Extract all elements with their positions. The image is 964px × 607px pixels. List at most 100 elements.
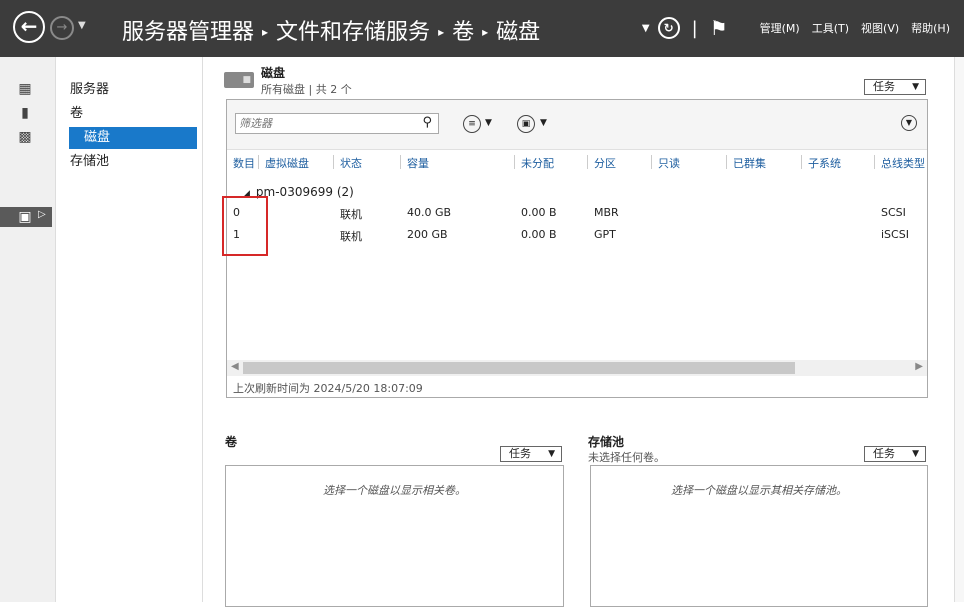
chevron-down-icon[interactable]: ▼ [540, 118, 547, 128]
menu-help[interactable]: 帮助(H) [911, 20, 950, 36]
horizontal-scrollbar[interactable]: ◀ ▶ [227, 360, 927, 376]
column-header-subsystem[interactable]: 子系统 [808, 155, 841, 171]
storage-pools-panel: 选择一个磁盘以显示其相关存储池。 [590, 465, 928, 607]
chevron-down-icon: ▼ [912, 82, 919, 92]
disks-tasks-button[interactable]: 任务 ▼ [864, 79, 926, 95]
column-header-number[interactable]: 数目 [233, 155, 255, 171]
menu-manage[interactable]: 管理(M) [760, 20, 800, 36]
menu-tools[interactable]: 工具(T) [812, 20, 849, 36]
column-divider[interactable] [801, 155, 802, 169]
storage-pools-empty-message: 选择一个磁盘以显示其相关存储池。 [671, 484, 847, 497]
expand-toggle-icon[interactable]: ▼ [901, 115, 917, 131]
forward-arrow-icon[interactable]: → [50, 16, 74, 40]
chevron-down-icon: ▼ [912, 449, 919, 459]
last-refresh-time: 上次刷新时间为 2024/5/20 18:07:09 [233, 382, 423, 395]
volumes-tasks-button[interactable]: 任务 ▼ [500, 446, 562, 462]
breadcrumb-separator-icon: ▸ [438, 25, 445, 39]
cell-capacity: 40.0 GB [407, 206, 452, 219]
storage-pools-title: 存储池 [588, 435, 625, 449]
filter-toolbar: ⚲ ≡ ▼ ▣ ▼ ▼ [227, 100, 927, 150]
volumes-title: 卷 [225, 435, 238, 449]
cell-capacity: 200 GB [407, 228, 448, 241]
column-header-clustered[interactable]: 已群集 [733, 155, 766, 171]
column-divider[interactable] [651, 155, 652, 169]
filter-box: ⚲ [235, 113, 439, 134]
refresh-icon[interactable]: ↻ [657, 17, 680, 39]
column-divider[interactable] [587, 155, 588, 169]
column-header-partition[interactable]: 分区 [594, 155, 616, 171]
breadcrumb-separator-icon: ▸ [262, 25, 269, 39]
cell-status: 联机 [340, 208, 362, 221]
breadcrumb-item-server-manager[interactable]: 服务器管理器 [122, 20, 254, 45]
main-content: ■ 磁盘 所有磁盘 | 共 2 个 任务 ▼ ⚲ ≡ ▼ ▣ ▼ ▼ 数目 虚拟磁… [204, 57, 954, 607]
disk-icon: ■ [224, 72, 254, 88]
file-storage-icon: ▣ [18, 209, 32, 225]
scroll-left-icon[interactable]: ◀ [231, 361, 239, 372]
tasks-label: 任务 [873, 80, 895, 93]
disks-title: 磁盘 [261, 66, 286, 80]
breadcrumb-item-disks[interactable]: 磁盘 [496, 20, 540, 45]
highlight-box [222, 196, 268, 256]
title-bar-actions: ▼ ↻ | ⚑ 管理(M) 工具(T) 视图(V) 帮助(H) [642, 14, 950, 42]
tasks-label: 任务 [873, 447, 895, 460]
column-header-unallocated[interactable]: 未分配 [521, 155, 554, 171]
history-dropdown-icon[interactable]: ▼ [78, 20, 86, 31]
column-divider[interactable] [258, 155, 259, 169]
dashboard-icon[interactable]: ▦ [15, 81, 35, 97]
group-label: pm-0309699 (2) [255, 185, 354, 199]
tasks-label: 任务 [509, 447, 531, 460]
nav-item-disks[interactable]: 磁盘 [69, 127, 197, 149]
save-query-icon[interactable]: ▣ [517, 115, 535, 133]
column-header-status[interactable]: 状态 [340, 155, 362, 171]
scroll-right-icon[interactable]: ▶ [915, 361, 923, 372]
disks-panel: ⚲ ≡ ▼ ▣ ▼ ▼ 数目 虚拟磁盘 状态 容量 未分配 分区 只读 已群集 … [226, 99, 928, 398]
local-server-icon[interactable]: ▮ [15, 105, 35, 121]
column-divider[interactable] [874, 155, 875, 169]
cell-partition: MBR [594, 206, 619, 219]
scrollbar-thumb[interactable] [243, 362, 795, 374]
cell-bus-type: SCSI [881, 206, 906, 219]
cell-status: 联机 [340, 230, 362, 243]
back-arrow-icon[interactable]: ← [13, 11, 45, 43]
storage-pools-subtitle: 未选择任何卷。 [588, 451, 665, 464]
divider: | [691, 17, 698, 39]
menu-view[interactable]: 视图(V) [861, 20, 899, 36]
column-divider[interactable] [726, 155, 727, 169]
cell-unallocated: 0.00 B [521, 206, 557, 219]
nav-item-servers[interactable]: 服务器 [70, 79, 109, 101]
column-divider[interactable] [400, 155, 401, 169]
column-header-bus-type[interactable]: 总线类型 [881, 155, 925, 171]
column-header-capacity[interactable]: 容量 [407, 155, 429, 171]
disks-subtitle: 所有磁盘 | 共 2 个 [261, 83, 352, 96]
navigation-pane: 服务器 卷 磁盘 存储池 [56, 57, 203, 602]
cell-unallocated: 0.00 B [521, 228, 557, 241]
breadcrumb-item-volumes[interactable]: 卷 [452, 20, 474, 45]
breadcrumb: 服务器管理器 ▸ 文件和存储服务 ▸ 卷 ▸ 磁盘 [122, 14, 540, 46]
list-options-icon[interactable]: ≡ [463, 115, 481, 133]
notification-flag-icon[interactable]: ⚑ [710, 16, 728, 40]
nav-item-storage-pools[interactable]: 存储池 [70, 151, 109, 173]
breadcrumb-item-file-storage[interactable]: 文件和存储服务 [276, 20, 430, 45]
column-header-read-only[interactable]: 只读 [658, 155, 680, 171]
nav-item-volumes[interactable]: 卷 [70, 103, 83, 125]
column-header-virtual-disk[interactable]: 虚拟磁盘 [265, 155, 309, 171]
volumes-empty-message: 选择一个磁盘以显示相关卷。 [323, 484, 466, 497]
left-rail: ▦ ▮ ▩ ▣ ▷ [0, 57, 56, 602]
chevron-down-icon[interactable]: ▼ [485, 118, 492, 128]
column-divider[interactable] [333, 155, 334, 169]
vertical-scrollbar[interactable] [954, 57, 964, 602]
column-divider[interactable] [514, 155, 515, 169]
expand-arrow-icon: ▷ [38, 209, 46, 220]
title-bar: ← → ▼ 服务器管理器 ▸ 文件和存储服务 ▸ 卷 ▸ 磁盘 ▼ ↻ | ⚑ 管理(M) … [0, 0, 964, 57]
cell-partition: GPT [594, 228, 616, 241]
dropdown-icon[interactable]: ▼ [642, 23, 650, 34]
all-servers-icon[interactable]: ▩ [15, 129, 35, 145]
search-icon[interactable]: ⚲ [422, 115, 432, 130]
storage-pools-tasks-button[interactable]: 任务 ▼ [864, 446, 926, 462]
cell-bus-type: iSCSI [881, 228, 909, 241]
volumes-panel: 选择一个磁盘以显示相关卷。 [225, 465, 564, 607]
file-storage-services-item[interactable]: ▣ ▷ [0, 207, 52, 227]
chevron-down-icon: ▼ [548, 449, 555, 459]
filter-input[interactable] [236, 114, 411, 133]
breadcrumb-separator-icon: ▸ [482, 25, 489, 39]
